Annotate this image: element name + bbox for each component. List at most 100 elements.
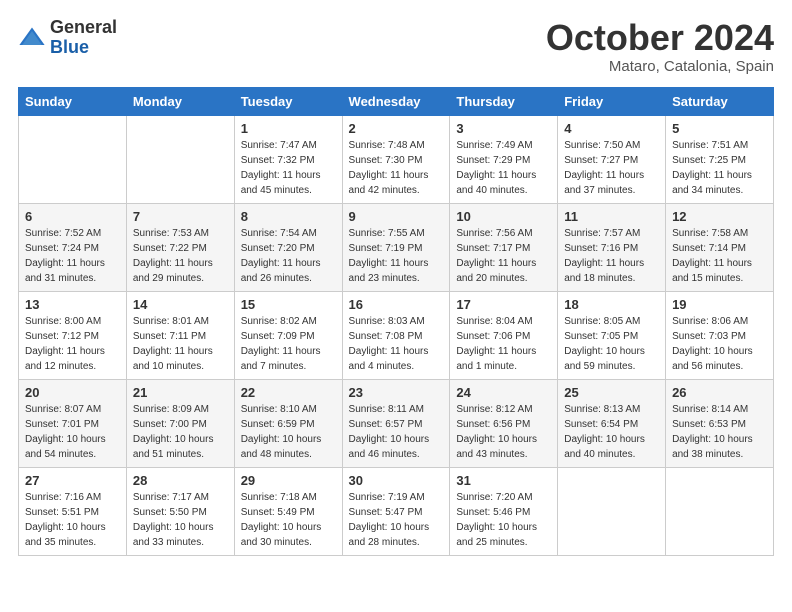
location-title: Mataro, Catalonia, Spain	[546, 58, 774, 75]
day-info: Sunrise: 7:56 AMSunset: 7:17 PMDaylight:…	[456, 226, 551, 286]
day-number: 23	[349, 385, 444, 400]
header: General Blue October 2024 Mataro, Catalo…	[18, 18, 774, 75]
calendar-cell: 5 Sunrise: 7:51 AMSunset: 7:25 PMDaylight…	[666, 115, 774, 203]
day-number: 28	[133, 473, 228, 488]
day-info: Sunrise: 8:12 AMSunset: 6:56 PMDaylight:…	[456, 402, 551, 462]
weekday-header-sunday: Sunday	[19, 87, 127, 115]
calendar-cell: 31 Sunrise: 7:20 AMSunset: 5:46 PMDayligh…	[450, 467, 558, 555]
calendar-cell: 16Sunrise: 8:03 AMSunset: 7:08 PMDayligh…	[342, 291, 450, 379]
day-info: Sunrise: 7:55 AMSunset: 7:19 PMDaylight:…	[349, 226, 444, 286]
day-info: Sunrise: 7:53 AMSunset: 7:22 PMDaylight:…	[133, 226, 228, 286]
day-info: Sunrise: 7:19 AMSunset: 5:47 PMDaylight:…	[349, 490, 444, 550]
calendar-cell: 27 Sunrise: 7:16 AMSunset: 5:51 PMDayligh…	[19, 467, 127, 555]
day-info: Sunrise: 8:10 AMSunset: 6:59 PMDaylight:…	[241, 402, 336, 462]
calendar-cell: 29 Sunrise: 7:18 AMSunset: 5:49 PMDayligh…	[234, 467, 342, 555]
day-number: 12	[672, 209, 767, 224]
weekday-header-thursday: Thursday	[450, 87, 558, 115]
calendar-cell: 17 Sunrise: 8:04 AMSunset: 7:06 PMDayligh…	[450, 291, 558, 379]
day-number: 31	[456, 473, 551, 488]
day-number: 18	[564, 297, 659, 312]
logo-blue-text: Blue	[50, 38, 117, 58]
calendar-cell: 15 Sunrise: 8:02 AMSunset: 7:09 PMDayligh…	[234, 291, 342, 379]
day-number: 26	[672, 385, 767, 400]
calendar-cell: 22 Sunrise: 8:10 AMSunset: 6:59 PMDayligh…	[234, 379, 342, 467]
day-info: Sunrise: 8:02 AMSunset: 7:09 PMDaylight:…	[241, 314, 336, 374]
day-number: 30	[349, 473, 444, 488]
calendar-cell: 20Sunrise: 8:07 AMSunset: 7:01 PMDayligh…	[19, 379, 127, 467]
weekday-header-friday: Friday	[558, 87, 666, 115]
calendar-cell: 2 Sunrise: 7:48 AMSunset: 7:30 PMDaylight…	[342, 115, 450, 203]
day-info: Sunrise: 7:50 AMSunset: 7:27 PMDaylight:…	[564, 138, 659, 198]
weekday-header-saturday: Saturday	[666, 87, 774, 115]
day-number: 16	[349, 297, 444, 312]
day-number: 5	[672, 121, 767, 136]
day-number: 17	[456, 297, 551, 312]
calendar-cell	[19, 115, 127, 203]
calendar-cell: 11 Sunrise: 7:57 AMSunset: 7:16 PMDayligh…	[558, 203, 666, 291]
calendar-week-row: 6 Sunrise: 7:52 AMSunset: 7:24 PMDaylight…	[19, 203, 774, 291]
calendar-cell: 3 Sunrise: 7:49 AMSunset: 7:29 PMDaylight…	[450, 115, 558, 203]
day-number: 8	[241, 209, 336, 224]
calendar-cell: 13Sunrise: 8:00 AMSunset: 7:12 PMDayligh…	[19, 291, 127, 379]
weekday-header-monday: Monday	[126, 87, 234, 115]
calendar-cell	[666, 467, 774, 555]
calendar-cell: 19 Sunrise: 8:06 AMSunset: 7:03 PMDayligh…	[666, 291, 774, 379]
logo: General Blue	[18, 18, 117, 58]
page-container: General Blue October 2024 Mataro, Catalo…	[0, 0, 792, 566]
day-info: Sunrise: 7:49 AMSunset: 7:29 PMDaylight:…	[456, 138, 551, 198]
day-number: 7	[133, 209, 228, 224]
day-info: Sunrise: 7:20 AMSunset: 5:46 PMDaylight:…	[456, 490, 551, 550]
day-info: Sunrise: 8:06 AMSunset: 7:03 PMDaylight:…	[672, 314, 767, 374]
day-info: Sunrise: 7:58 AMSunset: 7:14 PMDaylight:…	[672, 226, 767, 286]
day-info: Sunrise: 7:52 AMSunset: 7:24 PMDaylight:…	[25, 226, 120, 286]
day-number: 3	[456, 121, 551, 136]
day-info: Sunrise: 8:00 AMSunset: 7:12 PMDaylight:…	[25, 314, 120, 374]
day-number: 21	[133, 385, 228, 400]
day-info: Sunrise: 8:05 AMSunset: 7:05 PMDaylight:…	[564, 314, 659, 374]
day-info: Sunrise: 7:48 AMSunset: 7:30 PMDaylight:…	[349, 138, 444, 198]
day-number: 9	[349, 209, 444, 224]
day-number: 6	[25, 209, 120, 224]
day-number: 25	[564, 385, 659, 400]
calendar-cell: 23 Sunrise: 8:11 AMSunset: 6:57 PMDayligh…	[342, 379, 450, 467]
day-info: Sunrise: 7:51 AMSunset: 7:25 PMDaylight:…	[672, 138, 767, 198]
day-info: Sunrise: 8:14 AMSunset: 6:53 PMDaylight:…	[672, 402, 767, 462]
calendar-cell: 8Sunrise: 7:54 AMSunset: 7:20 PMDaylight…	[234, 203, 342, 291]
day-number: 29	[241, 473, 336, 488]
day-number: 14	[133, 297, 228, 312]
calendar-week-row: 20Sunrise: 8:07 AMSunset: 7:01 PMDayligh…	[19, 379, 774, 467]
calendar-week-row: 13Sunrise: 8:00 AMSunset: 7:12 PMDayligh…	[19, 291, 774, 379]
logo-general-text: General	[50, 18, 117, 38]
day-info: Sunrise: 8:11 AMSunset: 6:57 PMDaylight:…	[349, 402, 444, 462]
day-number: 22	[241, 385, 336, 400]
logo-icon	[18, 24, 46, 52]
day-number: 11	[564, 209, 659, 224]
calendar-cell: 25 Sunrise: 8:13 AMSunset: 6:54 PMDayligh…	[558, 379, 666, 467]
day-info: Sunrise: 8:09 AMSunset: 7:00 PMDaylight:…	[133, 402, 228, 462]
logo-text: General Blue	[50, 18, 117, 58]
day-number: 27	[25, 473, 120, 488]
day-number: 20	[25, 385, 120, 400]
day-info: Sunrise: 7:16 AMSunset: 5:51 PMDaylight:…	[25, 490, 120, 550]
day-number: 19	[672, 297, 767, 312]
calendar-cell: 6 Sunrise: 7:52 AMSunset: 7:24 PMDaylight…	[19, 203, 127, 291]
calendar-cell: 14 Sunrise: 8:01 AMSunset: 7:11 PMDayligh…	[126, 291, 234, 379]
calendar-cell: 7 Sunrise: 7:53 AMSunset: 7:22 PMDaylight…	[126, 203, 234, 291]
day-number: 2	[349, 121, 444, 136]
day-info: Sunrise: 8:04 AMSunset: 7:06 PMDaylight:…	[456, 314, 551, 374]
day-info: Sunrise: 7:17 AMSunset: 5:50 PMDaylight:…	[133, 490, 228, 550]
title-block: October 2024 Mataro, Catalonia, Spain	[546, 18, 774, 75]
calendar-cell	[126, 115, 234, 203]
day-info: Sunrise: 8:01 AMSunset: 7:11 PMDaylight:…	[133, 314, 228, 374]
calendar-week-row: 27 Sunrise: 7:16 AMSunset: 5:51 PMDayligh…	[19, 467, 774, 555]
day-number: 24	[456, 385, 551, 400]
day-info: Sunrise: 7:18 AMSunset: 5:49 PMDaylight:…	[241, 490, 336, 550]
day-info: Sunrise: 8:13 AMSunset: 6:54 PMDaylight:…	[564, 402, 659, 462]
day-info: Sunrise: 7:57 AMSunset: 7:16 PMDaylight:…	[564, 226, 659, 286]
day-number: 1	[241, 121, 336, 136]
day-number: 15	[241, 297, 336, 312]
calendar-cell: 26 Sunrise: 8:14 AMSunset: 6:53 PMDayligh…	[666, 379, 774, 467]
calendar-week-row: 1Sunrise: 7:47 AMSunset: 7:32 PMDaylight…	[19, 115, 774, 203]
calendar-cell: 9 Sunrise: 7:55 AMSunset: 7:19 PMDaylight…	[342, 203, 450, 291]
day-number: 10	[456, 209, 551, 224]
